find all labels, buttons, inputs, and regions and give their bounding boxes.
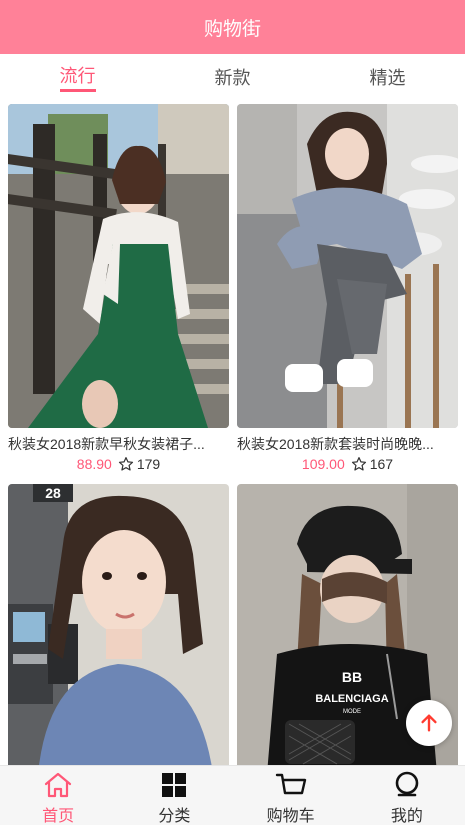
goods-favorites-count: 167 [369, 456, 394, 472]
goods-item[interactable]: 秋装女2018新款套装时尚晚晚... 109.00 167 [237, 104, 458, 472]
tabbar-item-home[interactable]: 首页 [0, 766, 116, 825]
goods-item[interactable]: 秋装女2018新款早秋女装裙子... 88.90 179 [8, 104, 229, 472]
goods-meta: 88.90 179 [8, 456, 229, 472]
tab-new[interactable]: 新款 [155, 54, 310, 100]
goods-favorites-count: 179 [136, 456, 161, 472]
tabbar-label: 首页 [42, 808, 75, 825]
home-icon [45, 772, 72, 798]
tabbar-label: 我的 [390, 808, 423, 825]
goods-title: 秋装女2018新款套装时尚晚晚... [237, 436, 434, 452]
shirt-brand: BALENCIAGA [315, 693, 388, 705]
navbar: 购物街 [0, 0, 465, 54]
goods-meta: 109.00 167 [237, 456, 458, 472]
tab-new-label: 新款 [214, 68, 251, 88]
shirt-logo: BB [342, 669, 362, 685]
profile-icon [395, 771, 419, 797]
tabbar-item-cart[interactable]: 购物车 [233, 766, 349, 825]
category-icon [162, 773, 187, 797]
goods-item[interactable]: 28 [8, 484, 229, 765]
goods-image[interactable] [8, 104, 229, 428]
tabbar-item-profile[interactable]: 我的 [349, 766, 465, 825]
tab-popular[interactable]: 流行 [0, 54, 155, 100]
goods-favorites: 179 [118, 456, 160, 472]
goods-image[interactable]: 28 [8, 484, 229, 765]
goods-title: 秋装女2018新款早秋女装裙子... [8, 436, 205, 452]
sign-number: 28 [45, 485, 61, 501]
page-title: 购物街 [203, 18, 261, 40]
goods-favorites: 167 [351, 456, 393, 472]
star-icon [351, 457, 366, 471]
tabbar-label: 购物车 [266, 808, 315, 825]
shirt-sub: MODE [343, 709, 361, 715]
tab-popular-label: 流行 [59, 62, 96, 92]
arrow-up-icon [421, 714, 437, 732]
goods-image[interactable] [237, 104, 458, 428]
cart-icon [275, 773, 306, 795]
goods-list: 秋装女2018新款早秋女装裙子... 88.90 179 秋装女2018新款套装… [0, 100, 465, 765]
tab-selected-label: 精选 [369, 68, 406, 88]
goods-price: 88.90 [76, 456, 112, 472]
back-to-top-button[interactable] [406, 700, 452, 746]
tabbar-label: 分类 [158, 808, 191, 825]
tab-bar: 首页 分类 购物车 我的 [0, 765, 465, 825]
goods-price: 109.00 [301, 456, 345, 472]
star-icon [118, 457, 133, 471]
tab-selected[interactable]: 精选 [310, 54, 465, 100]
tab-control: 流行 新款 精选 [0, 54, 465, 100]
tabbar-item-category[interactable]: 分类 [116, 766, 232, 825]
